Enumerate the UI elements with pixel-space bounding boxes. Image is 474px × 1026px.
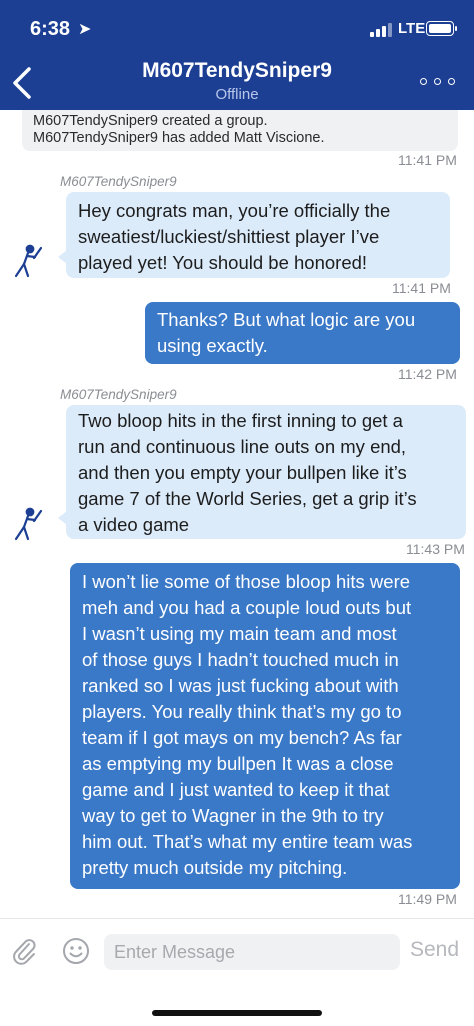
smiley-icon[interactable] bbox=[62, 937, 90, 965]
message-text: of those guys I hadn’t touched much in bbox=[82, 649, 399, 670]
status-time: 6:38 bbox=[30, 18, 71, 40]
system-message-line: M607TendySniper9 has added Matt Viscione… bbox=[33, 130, 325, 146]
message-timestamp: 11:49 PM bbox=[398, 891, 457, 907]
paperclip-icon[interactable] bbox=[12, 937, 38, 965]
send-button[interactable]: Send bbox=[410, 938, 459, 962]
incoming-message-bubble[interactable]: Hey congrats man, you’re officially the … bbox=[58, 192, 450, 278]
message-input[interactable] bbox=[104, 934, 400, 970]
message-text: and then you empty your bullpen like it’… bbox=[78, 462, 407, 483]
message-timestamp: 11:43 PM bbox=[406, 541, 465, 557]
system-message-line: M607TendySniper9 created a group. bbox=[33, 113, 268, 129]
message-text: way to get to Wagner in the 9th to try bbox=[82, 805, 384, 826]
message-text: as emptying my bullpen It was a close bbox=[82, 753, 394, 774]
sender-name: M607TendySniper9 bbox=[60, 174, 177, 189]
message-text: run and continuous line outs on my end, bbox=[78, 436, 407, 457]
cellular-signal-icon bbox=[370, 23, 394, 37]
top-bar: 6:38 ➤ LTE M607TendySniper9 Offline bbox=[0, 0, 474, 110]
system-message: M607TendySniper9 created a group. M607Te… bbox=[22, 110, 458, 151]
message-text: played yet! You should be honored! bbox=[78, 252, 368, 273]
incoming-message-bubble[interactable]: Two bloop hits in the first inning to ge… bbox=[58, 405, 466, 539]
ellipsis-icon[interactable] bbox=[418, 76, 458, 88]
location-arrow-icon: ➤ bbox=[78, 21, 92, 38]
sender-name: M607TendySniper9 bbox=[60, 387, 177, 402]
batter-avatar-icon[interactable] bbox=[12, 506, 42, 542]
message-text: team if I got mays on my bench? As far bbox=[82, 727, 402, 748]
message-text: players. You really think that’s my go t… bbox=[82, 701, 402, 722]
message-timestamp: 11:41 PM bbox=[398, 152, 457, 168]
network-type: LTE bbox=[398, 20, 426, 37]
message-text: game 7 of the World Series, get a grip i… bbox=[78, 488, 417, 509]
message-text: pretty much outside my pitching. bbox=[82, 857, 348, 878]
message-text: a video game bbox=[78, 514, 190, 535]
message-text: using exactly. bbox=[157, 335, 268, 356]
message-text: Thanks? But what logic are you bbox=[157, 309, 416, 330]
conversation-title: M607TendySniper9 bbox=[142, 59, 332, 82]
message-text: I won’t lie some of those bloop hits wer… bbox=[82, 571, 411, 592]
message-text: sweatiest/luckiest/shittiest player I’ve bbox=[78, 226, 380, 247]
message-text: game and I just wanted to keep it that bbox=[82, 779, 390, 800]
message-text: Two bloop hits in the first inning to ge… bbox=[78, 410, 403, 431]
battery-icon bbox=[426, 21, 457, 36]
message-timestamp: 11:41 PM bbox=[392, 280, 451, 296]
message-text: Hey congrats man, you’re officially the bbox=[78, 200, 391, 221]
message-text: meh and you had a couple loud outs but bbox=[82, 597, 412, 618]
message-text: ranked so I was just fucking about with bbox=[82, 675, 399, 696]
presence-status: Offline bbox=[215, 86, 259, 103]
message-text: him out. That’s what my entire team was bbox=[82, 831, 413, 852]
message-timestamp: 11:42 PM bbox=[398, 366, 457, 382]
outgoing-message-bubble[interactable]: I won’t lie some of those bloop hits wer… bbox=[70, 563, 460, 889]
batter-avatar-icon[interactable] bbox=[12, 243, 42, 279]
message-text: I wasn’t using my main team and most bbox=[82, 623, 397, 644]
outgoing-message-bubble[interactable]: Thanks? But what logic are you using exa… bbox=[145, 302, 460, 364]
home-indicator[interactable] bbox=[152, 1010, 322, 1016]
